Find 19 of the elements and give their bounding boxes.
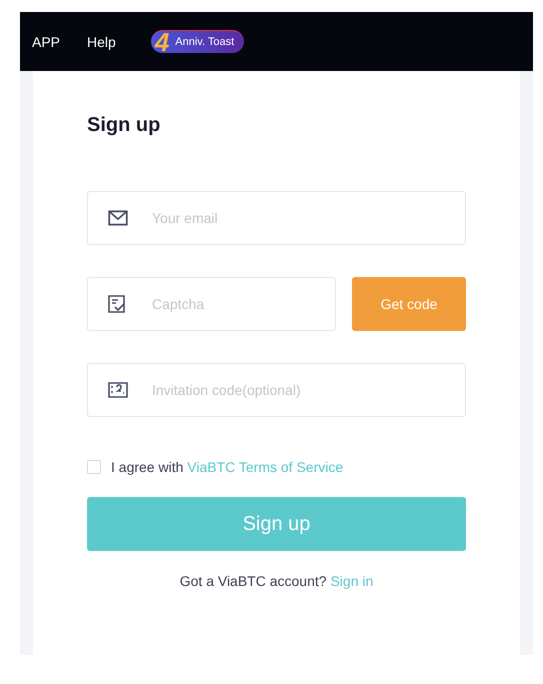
terms-link[interactable]: ViaBTC Terms of Service	[187, 459, 344, 475]
input-field[interactable]: Your email	[87, 191, 466, 245]
envelope-icon	[107, 208, 129, 228]
agree-text: I agree with ViaBTC Terms of Service	[111, 459, 344, 475]
nav-link[interactable]: APP	[32, 34, 60, 50]
signup-button[interactable]: Sign up	[87, 497, 466, 551]
ticket-icon	[107, 381, 129, 399]
promo-label: Anniv. Toast	[175, 36, 234, 48]
checklist-icon	[107, 294, 127, 314]
promo-badge[interactable]: 4 Anniv. Toast	[150, 30, 244, 53]
get-code-button[interactable]: Get code	[352, 277, 466, 331]
input-field[interactable]: Captcha	[87, 277, 336, 331]
input-field[interactable]: Invitation code(optional)	[87, 363, 466, 417]
page-title: Sign up	[87, 113, 162, 138]
promo-number: 4	[154, 31, 170, 53]
agree-checkbox[interactable]	[87, 460, 101, 474]
signin-prompt: Got a ViaBTC account? Sign in	[178, 573, 374, 589]
signin-link[interactable]: Sign in	[330, 573, 374, 589]
nav-link[interactable]: Help	[87, 34, 116, 50]
